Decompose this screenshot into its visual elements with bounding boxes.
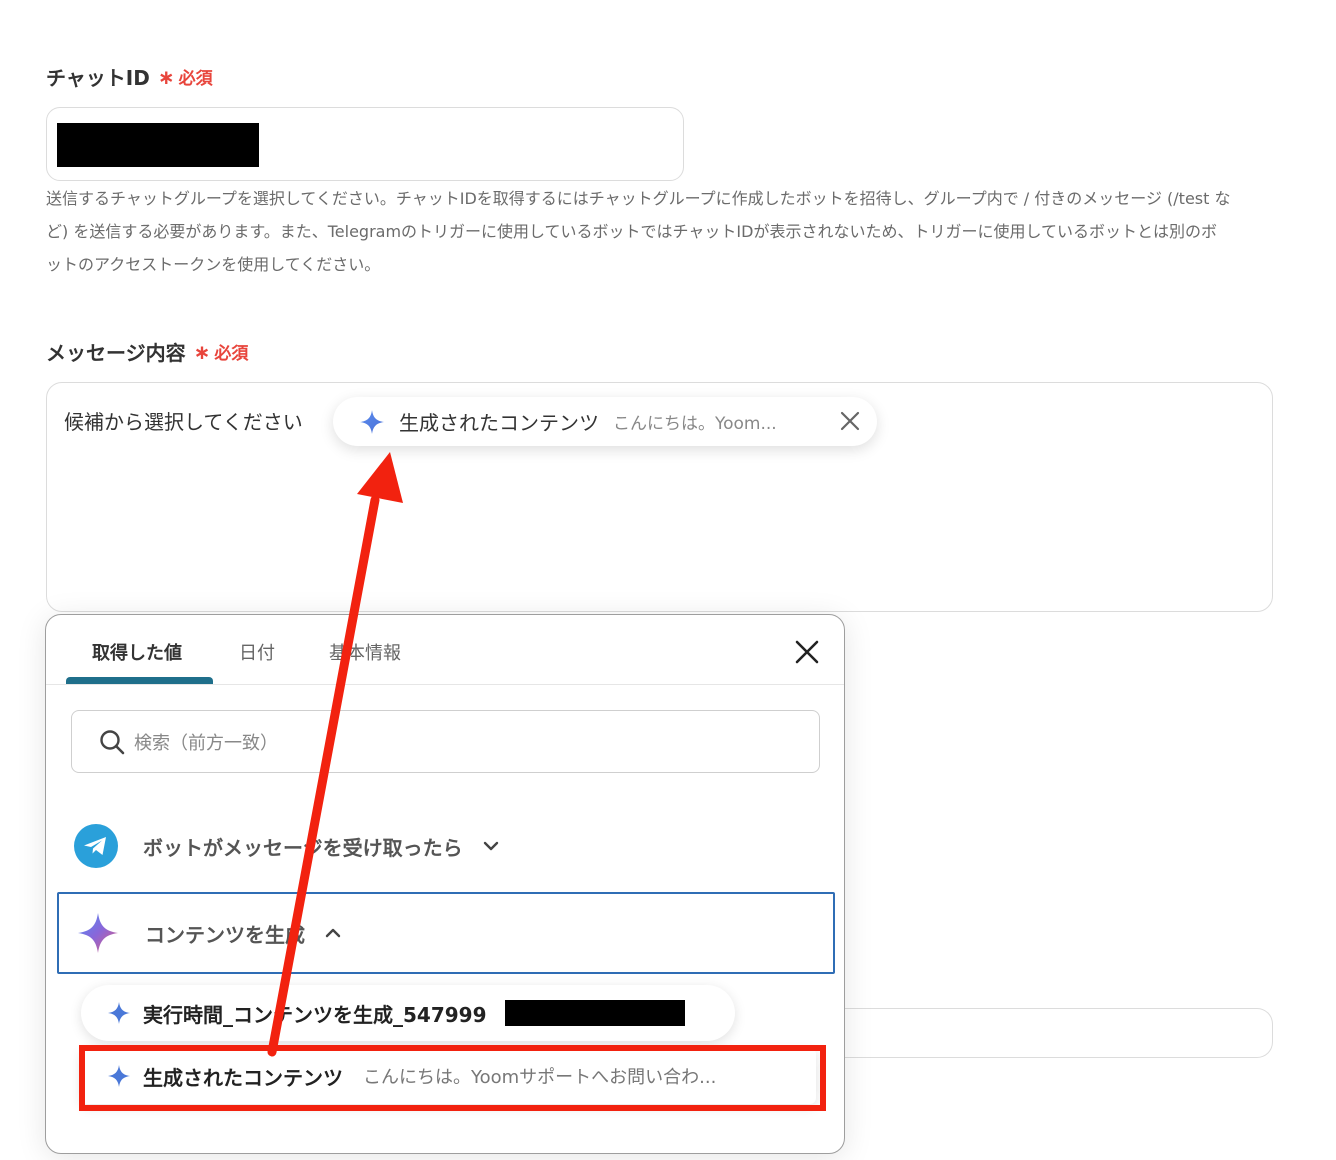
chip-name: 生成されたコンテンツ (399, 411, 599, 435)
help-line: ットのアクセストークンを使用してください。 (46, 255, 381, 274)
close-icon[interactable] (794, 639, 820, 665)
message-placeholder: 候補から選択してください (64, 410, 303, 434)
active-tab-indicator (66, 677, 213, 684)
selected-value-chip[interactable]: 生成されたコンテンツ こんにちは。Yoom... (333, 397, 877, 446)
telegram-icon (74, 824, 118, 868)
message-label-text: メッセージ内容 (46, 341, 186, 365)
hidden-field-input[interactable] (800, 1008, 1273, 1058)
redacted-value (504, 1000, 685, 1026)
search-icon (100, 729, 125, 754)
help-line: ど) を送信する必要があります。また、Telegramのトリガーに使用しているボ… (46, 222, 1217, 241)
sparkle-icon (360, 409, 384, 434)
tab-retrieved-values[interactable]: 取得した値 (92, 639, 182, 665)
required-star: ∗ (157, 64, 175, 89)
chevron-up-icon[interactable] (323, 923, 343, 943)
message-input[interactable]: 候補から選択してください 生成されたコンテンツ こんにちは。Yoom... (46, 382, 1273, 612)
group-telegram-trigger[interactable]: ボットがメッセージを受け取ったら (57, 805, 835, 887)
required-star: ∗ (193, 339, 211, 364)
group-label: コンテンツを生成 (145, 922, 305, 947)
group-label: ボットがメッセージを受け取ったら (143, 835, 463, 860)
chip-value: こんにちは。Yoom... (613, 414, 777, 434)
chevron-down-icon[interactable] (481, 836, 501, 856)
required-text: 必須 (178, 69, 213, 89)
redacted-value (57, 123, 259, 167)
value-item[interactable]: 実行時間_コンテンツを生成_547999 (81, 985, 735, 1041)
value-item-name: 実行時間_コンテンツを生成_547999 (143, 1002, 487, 1027)
annotation-highlight-box (79, 1045, 826, 1111)
sparkle-icon (108, 1002, 130, 1024)
tab-date[interactable]: 日付 (239, 639, 275, 665)
tab-basic-info[interactable]: 基本情報 (329, 639, 401, 665)
tab-bar: 取得した値 日付 基本情報 (46, 615, 844, 685)
chat-id-help-text: 送信するチャットグループを選択してください。チャットIDを取得するにはチャットグ… (46, 182, 1286, 281)
message-label: メッセージ内容 ∗ 必須 (46, 337, 248, 366)
chat-id-input[interactable] (46, 107, 684, 181)
search-placeholder: 検索（前方一致） (134, 732, 278, 754)
close-icon[interactable] (839, 410, 861, 432)
chat-id-label: チャットID ∗ 必須 (46, 62, 213, 91)
required-text: 必須 (214, 344, 249, 364)
help-line: 送信するチャットグループを選択してください。チャットIDを取得するにはチャットグ… (46, 189, 1231, 208)
chat-id-label-text: チャットID (46, 66, 150, 90)
sparkle-icon (78, 913, 118, 953)
search-input[interactable]: 検索（前方一致） (71, 710, 820, 773)
group-generate-content[interactable]: コンテンツを生成 (57, 892, 835, 974)
